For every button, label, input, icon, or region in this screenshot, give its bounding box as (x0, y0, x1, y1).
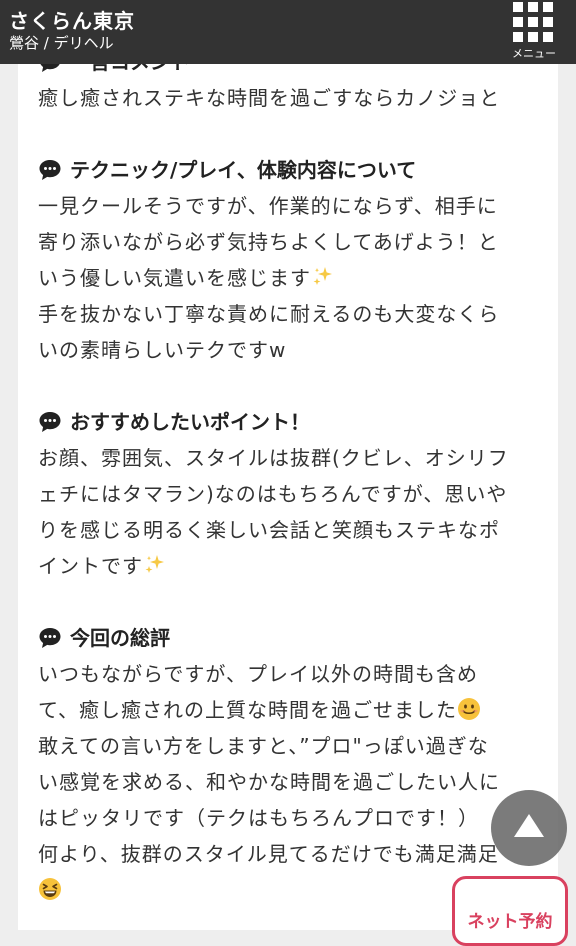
menu-label: メニュー (512, 47, 556, 60)
section-body: 癒し癒されステキな時間を過ごすならカノジョと (38, 80, 538, 116)
body-line: い感覚を求める、和やかな時間を過ごしたい人に (38, 770, 500, 794)
section-body: いつもながらですが、プレイ以外の時間も含め て、癒し癒されの上質な時間を過ごせま… (38, 656, 538, 908)
body-line: はピッタリです（テクはもちろんプロです！） (38, 806, 479, 830)
smiling-face-emoji (458, 698, 480, 720)
body-line: 何より、抜群のスタイル見てるだけでも満足満足 (38, 842, 499, 866)
section-recommend: おすすめしたいポイント！ お顔、雰囲気、スタイルは抜群(クビレ、オシリフ ェチに… (38, 404, 538, 584)
body-line: 癒し癒されステキな時間を過ごすならカノジョと (38, 86, 501, 110)
sparkles-emoji (313, 267, 332, 285)
body-line: イントです (38, 548, 538, 584)
review-content: 一言コメント 癒し癒されステキな時間を過ごすならカノジョと テクニック/プレイ、… (38, 44, 538, 908)
triangle-up-icon (514, 814, 544, 837)
grinning-squinting-face-emoji (39, 878, 61, 900)
section-heading-text: テクニック/プレイ、体験内容について (70, 158, 417, 182)
body-line: いの素晴らしいテクですw (38, 338, 287, 362)
body-line: 寄り添いながら必ず気持ちよくしてあげよう！と (38, 230, 499, 254)
section-body: 一見クールそうですが、作業的にならず、相手に 寄り添いながら必ず気持ちよくしてあ… (38, 188, 538, 368)
section-technique: テクニック/プレイ、体験内容について 一見クールそうですが、作業的にならず、相手… (38, 152, 538, 368)
shop-area-genre: 鶯谷 / デリヘル (9, 34, 114, 52)
scroll-to-top-button[interactable] (491, 790, 567, 866)
body-line-text: て、癒し癒されの上質な時間を過ごせました (38, 698, 457, 722)
section-body: お顔、雰囲気、スタイルは抜群(クビレ、オシリフ ェチにはタマラン)なのはもちろん… (38, 440, 538, 584)
section-heading: テクニック/プレイ、体験内容について (38, 152, 538, 188)
section-heading: おすすめしたいポイント！ (38, 404, 538, 440)
shop-name[interactable]: さくらん東京 (9, 5, 135, 34)
body-line: ェチにはタマラン)なのはもちろんですが、思いや (38, 482, 508, 506)
speech-bubble-icon (38, 626, 62, 650)
section-summary: 今回の総評 いつもながらですが、プレイ以外の時間も含め て、癒し癒されの上質な時… (38, 620, 538, 908)
body-line: て、癒し癒されの上質な時間を過ごせました (38, 692, 538, 728)
body-line-text: イントです (38, 554, 143, 578)
menu-button[interactable]: メニュー (504, 0, 564, 64)
speech-bubble-icon (38, 410, 62, 434)
site-header: さくらん東京 鶯谷 / デリヘル メニュー (0, 0, 576, 64)
net-reservation-label: ネット予約 (467, 912, 553, 932)
sparkles-emoji (145, 555, 164, 573)
section-heading-text: 今回の総評 (70, 626, 170, 650)
body-line: お顔、雰囲気、スタイルは抜群(クビレ、オシリフ (38, 446, 509, 470)
body-line: 敢えての言い方をしますと、”プロ"っぽい過ぎな (38, 734, 489, 758)
body-line: 手を抜かない丁寧な責めに耐えるのも大変なくら (38, 302, 500, 326)
body-line: りを感じる明るく楽しい会話と笑顔もステキなポ (38, 518, 500, 542)
speech-bubble-icon (38, 158, 62, 182)
body-line: いう優しい気遣いを感じます (38, 260, 538, 296)
body-line: いつもながらですが、プレイ以外の時間も含め (38, 662, 478, 686)
section-heading: 今回の総評 (38, 620, 538, 656)
section-heading-text: おすすめしたいポイント！ (70, 410, 310, 434)
body-line: 一見クールそうですが、作業的にならず、相手に (38, 194, 498, 218)
net-reservation-button[interactable]: ネット予約 (452, 876, 568, 946)
body-line-text: いう優しい気遣いを感じます (38, 266, 311, 290)
grid-menu-icon (513, 2, 553, 42)
